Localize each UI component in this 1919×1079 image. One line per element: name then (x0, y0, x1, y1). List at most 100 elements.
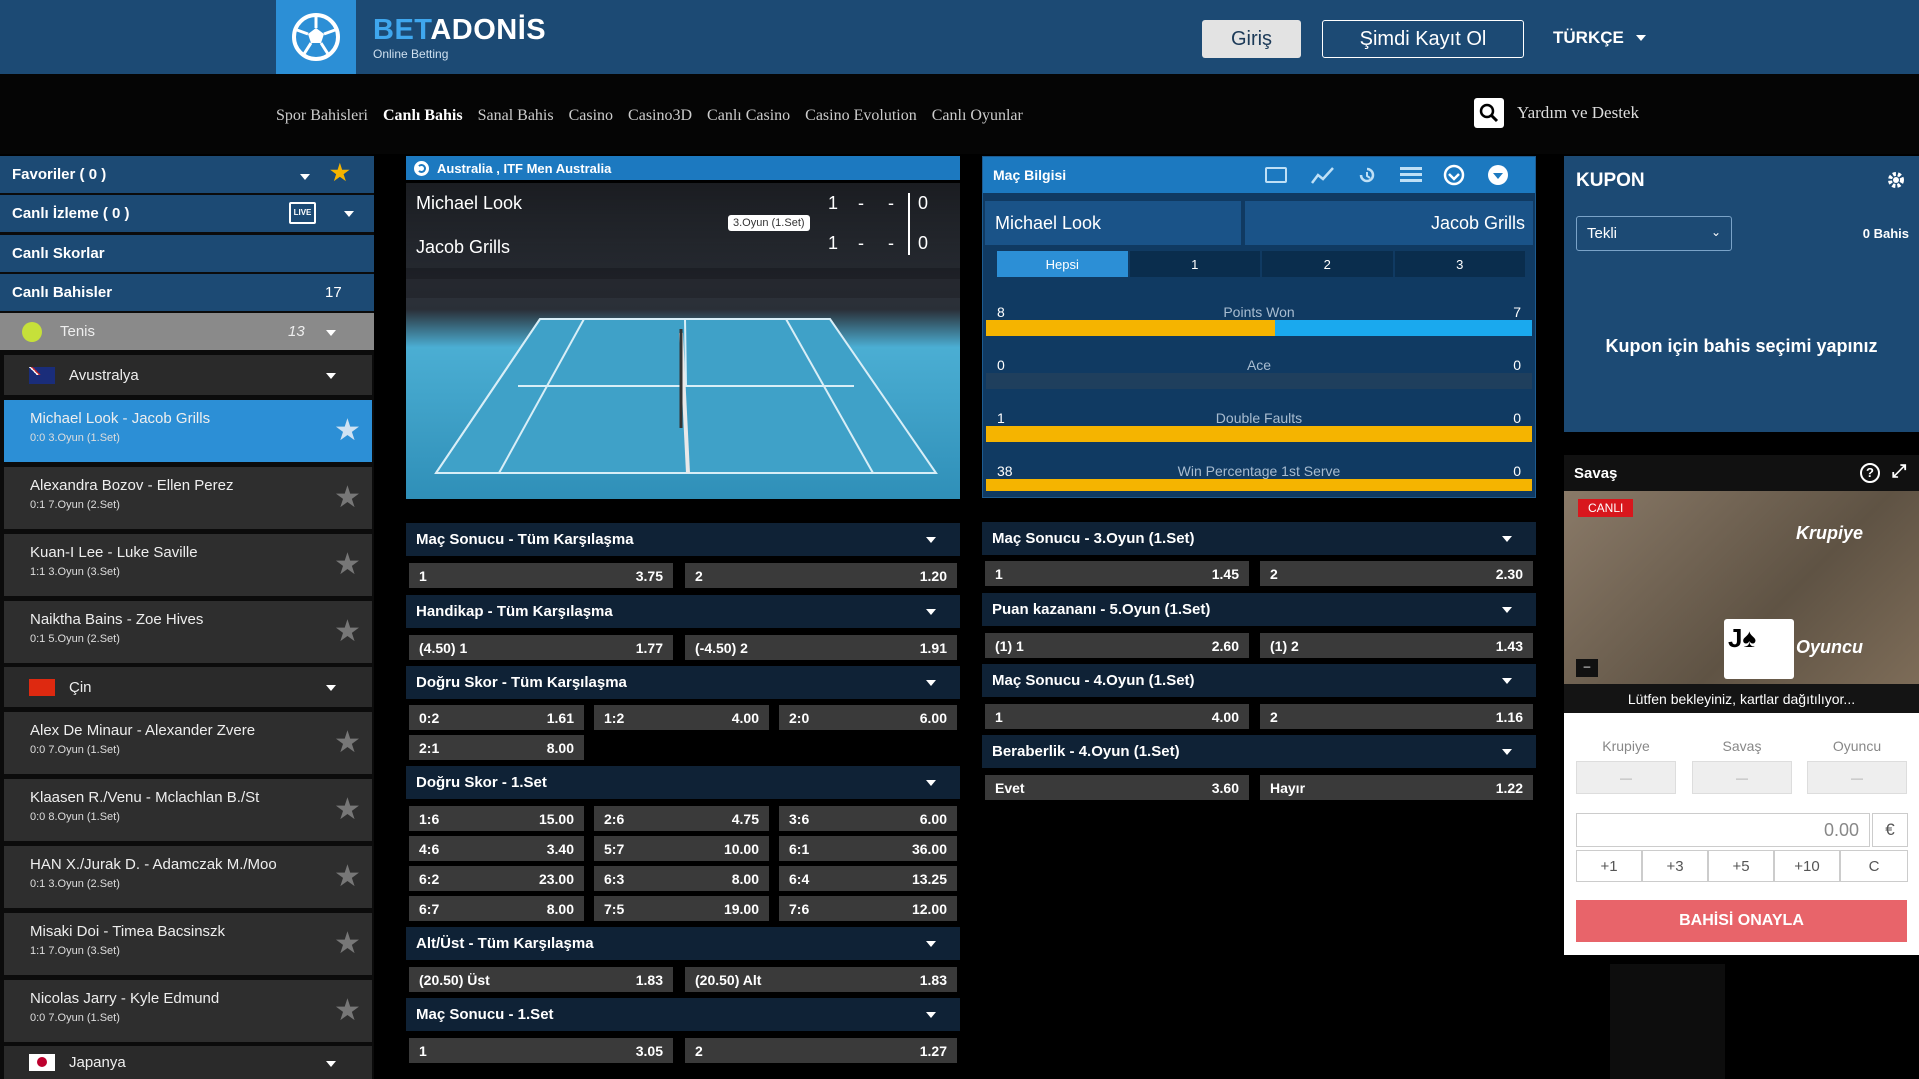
collapse-toggle-icon[interactable] (1487, 164, 1509, 186)
chip-clear[interactable]: C (1840, 850, 1908, 882)
odd-button[interactable]: 1 3.75 (409, 563, 673, 588)
odd-button[interactable]: 7:5 19.00 (594, 896, 769, 921)
help-support-link[interactable]: Yardım ve Destek (1517, 103, 1639, 123)
star-icon[interactable]: ★ (334, 929, 361, 959)
list-icon[interactable] (1400, 166, 1422, 184)
odd-button[interactable]: 0:2 1.61 (409, 705, 584, 730)
odd-button[interactable]: (20.50) Alt 1.83 (685, 967, 957, 992)
tab-set-3[interactable]: 3 (1394, 251, 1525, 277)
odd-button[interactable]: 6:7 8.00 (409, 896, 584, 921)
odd-button[interactable]: 6:4 13.25 (779, 866, 957, 891)
star-icon[interactable]: ★ (334, 416, 361, 446)
scoreboard-icon[interactable] (1265, 167, 1287, 183)
favorites-row[interactable]: Favoriler ( 0 ) ★ (0, 156, 374, 193)
star-icon[interactable]: ★ (334, 550, 361, 580)
match-item[interactable]: Klaasen R./Venu - Mclachlan B./St 0:0 8.O… (4, 779, 372, 841)
stats-chart-icon[interactable] (1311, 165, 1335, 185)
star-icon[interactable]: ★ (334, 483, 361, 513)
market-header[interactable]: Beraberlik - 4.Oyun (1.Set) (982, 735, 1536, 768)
odd-button[interactable]: (4.50) 1 1.77 (409, 635, 673, 660)
chip-plus-1[interactable]: +1 (1576, 850, 1642, 882)
odd-button[interactable]: (1) 2 1.43 (1260, 633, 1533, 658)
chip-plus-3[interactable]: +3 (1642, 850, 1708, 882)
market-header[interactable]: Maç Sonucu - 4.Oyun (1.Set) (982, 664, 1536, 697)
odd-button[interactable]: 5:7 10.00 (594, 836, 769, 861)
tab-set-1[interactable]: 1 (1129, 251, 1260, 277)
star-icon[interactable]: ★ (334, 862, 361, 892)
nav-virtual-betting[interactable]: Sanal Bahis (478, 107, 554, 125)
nav-live-casino[interactable]: Canlı Casino (707, 107, 790, 125)
match-item[interactable]: Michael Look - Jacob Grills 0:0 3.Oyun (1… (4, 400, 372, 462)
odd-button[interactable]: 1 1.45 (985, 561, 1249, 586)
market-header[interactable]: Doğru Skor - 1.Set (406, 766, 960, 799)
chip-plus-10[interactable]: +10 (1774, 850, 1840, 882)
country-australia[interactable]: Avustralya (4, 355, 372, 395)
odd-button[interactable]: 7:6 12.00 (779, 896, 957, 921)
market-header[interactable]: Handikap - Tüm Karşılaşma (406, 595, 960, 628)
odd-button[interactable]: 2:0 6.00 (779, 705, 957, 730)
odd-button[interactable]: (-4.50) 2 1.91 (685, 635, 957, 660)
nav-casino3d[interactable]: Casino3D (628, 107, 692, 125)
login-button[interactable]: Giriş (1202, 20, 1301, 58)
tab-all[interactable]: Hepsi (997, 251, 1128, 277)
download-icon[interactable] (1443, 164, 1465, 186)
bet-box-dealer[interactable]: — (1576, 761, 1676, 794)
odd-button[interactable]: 2 1.16 (1260, 704, 1533, 729)
minimize-icon[interactable]: – (1576, 659, 1598, 677)
odd-button[interactable]: 6:1 36.00 (779, 836, 957, 861)
star-icon[interactable]: ★ (334, 795, 361, 825)
odd-button[interactable]: 1 4.00 (985, 704, 1249, 729)
confirm-bet-button[interactable]: BAHİSİ ONAYLA (1576, 900, 1907, 942)
odd-button[interactable]: 2:6 4.75 (594, 806, 769, 831)
odd-button[interactable]: 1 3.05 (409, 1038, 673, 1063)
gear-icon[interactable] (1886, 170, 1906, 190)
market-header[interactable]: Alt/Üst - Tüm Karşılaşma (406, 927, 960, 960)
chip-plus-5[interactable]: +5 (1708, 850, 1774, 882)
brand-logo[interactable]: BETADONİS Online Betting (373, 14, 546, 61)
odd-button[interactable]: 6:3 8.00 (594, 866, 769, 891)
match-item[interactable]: Misaki Doi - Timea Bacsinszk 1:1 7.Oyun (… (4, 913, 372, 975)
odd-button[interactable]: Hayır 1.22 (1260, 775, 1533, 800)
country-china[interactable]: Çin (4, 667, 372, 707)
match-item[interactable]: Kuan-I Lee - Luke Saville 1:1 3.Oyun (3.S… (4, 534, 372, 596)
odd-button[interactable]: 4:6 3.40 (409, 836, 584, 861)
bet-box-player[interactable]: — (1807, 761, 1907, 794)
search-icon[interactable] (1474, 98, 1504, 128)
market-header[interactable]: Doğru Skor - Tüm Karşılaşma (406, 666, 960, 699)
star-icon[interactable]: ★ (334, 728, 361, 758)
match-item[interactable]: Naiktha Bains - Zoe Hives 0:1 5.Oyun (2.S… (4, 601, 372, 663)
nav-sports-betting[interactable]: Spor Bahisleri (276, 107, 368, 125)
odd-button[interactable]: (20.50) Üst 1.83 (409, 967, 673, 992)
nav-casino[interactable]: Casino (569, 107, 613, 125)
live-watch-row[interactable]: Canlı İzleme ( 0 ) LIVE (0, 195, 374, 232)
match-item[interactable]: Nicolas Jarry - Kyle Edmund 0:0 7.Oyun (1… (4, 980, 372, 1042)
match-item[interactable]: Alex De Minaur - Alexander Zvere 0:0 7.Oy… (4, 712, 372, 774)
star-icon[interactable]: ★ (334, 996, 361, 1026)
odd-button[interactable]: 1:2 4.00 (594, 705, 769, 730)
language-selector[interactable]: TÜRKÇE (1553, 28, 1646, 48)
odd-button[interactable]: 2 1.20 (685, 563, 957, 588)
market-header[interactable]: Maç Sonucu - 1.Set (406, 998, 960, 1031)
bet-box-war[interactable]: — (1692, 761, 1792, 794)
market-header[interactable]: Maç Sonucu - 3.Oyun (1.Set) (982, 522, 1536, 555)
help-icon[interactable]: ? (1860, 463, 1880, 483)
soccer-ball-logo-icon[interactable] (276, 0, 356, 74)
live-bets-row[interactable]: Canlı Bahisler 17 (0, 274, 374, 311)
stake-input[interactable]: 0.00 (1576, 813, 1870, 847)
country-japan[interactable]: Japanya (4, 1046, 372, 1079)
odd-button[interactable]: 6:2 23.00 (409, 866, 584, 891)
odd-button[interactable]: Evet 3.60 (985, 775, 1249, 800)
star-icon[interactable]: ★ (334, 617, 361, 647)
odd-button[interactable]: 2 2.30 (1260, 561, 1533, 586)
market-header[interactable]: Puan kazananı - 5.Oyun (1.Set) (982, 593, 1536, 626)
history-icon[interactable] (1357, 165, 1377, 185)
match-item[interactable]: Alexandra Bozov - Ellen Perez 0:1 7.Oyun … (4, 467, 372, 529)
sport-tennis-row[interactable]: Tenis 13 (0, 313, 374, 350)
nav-live-games[interactable]: Canlı Oyunlar (932, 107, 1023, 125)
tab-set-2[interactable]: 2 (1262, 251, 1393, 277)
nav-casino-evolution[interactable]: Casino Evolution (805, 107, 917, 125)
match-item[interactable]: HAN X./Jurak D. - Adamczak M./Moo 0:1 3.O… (4, 846, 372, 908)
odd-button[interactable]: 1:6 15.00 (409, 806, 584, 831)
odd-button[interactable]: (1) 1 2.60 (985, 633, 1249, 658)
odd-button[interactable]: 3:6 6.00 (779, 806, 957, 831)
